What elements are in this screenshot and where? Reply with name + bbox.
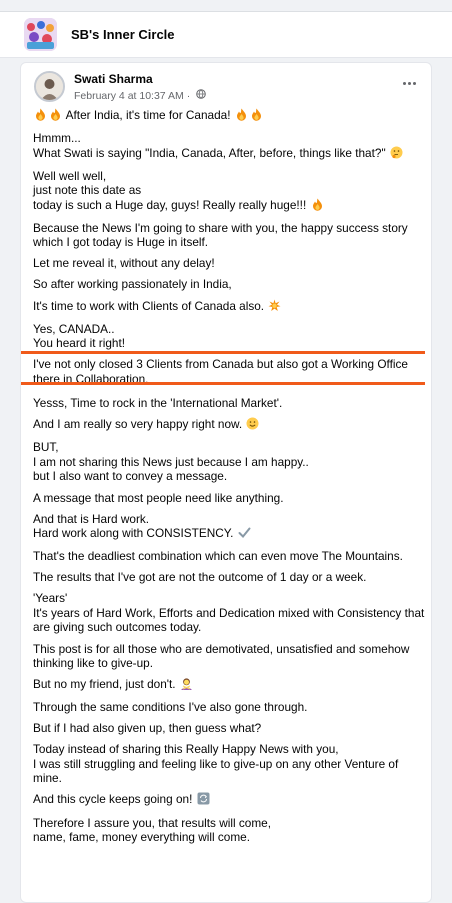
fire-icon: [34, 108, 47, 125]
post-timestamp[interactable]: February 4 at 10:37 AM: [74, 90, 184, 102]
post-paragraph: Through the same conditions I've also go…: [33, 700, 425, 715]
paragraph-text: Today instead of sharing this Really Hap…: [33, 742, 399, 786]
post-paragraph: Because the News I'm going to share with…: [33, 221, 425, 250]
more-horizontal-icon-dot: [402, 81, 406, 85]
post-paragraph: Today instead of sharing this Really Hap…: [33, 742, 425, 786]
post-meta: February 4 at 10:37 AM ·: [74, 89, 207, 102]
paragraph-text: Let me reveal it, without any delay!: [33, 256, 215, 271]
post-paragraph: A message that most people need like any…: [33, 491, 425, 506]
fire-icon: [311, 198, 324, 215]
paragraph-text: 'Years' It's years of Hard Work, Efforts…: [33, 591, 425, 635]
smiling-face-icon: [246, 417, 259, 434]
paragraph-text: It's time to work with Clients of Canada…: [33, 298, 265, 313]
post-paragraph: Yes, CANADA.. You heard it right!: [33, 322, 425, 351]
more-horizontal-icon-dot: [407, 81, 411, 85]
post-body: After India, it's time for Canada! Hmmm.…: [21, 108, 425, 851]
highlight-underline-bottom: [21, 382, 425, 386]
paragraph-text: Hmmm... What Swati is saying "India, Can…: [33, 131, 386, 160]
post-paragraph: And this cycle keeps going on!: [33, 792, 425, 809]
post-card: Swati Sharma February 4 at 10:37 AM · Af…: [20, 62, 432, 903]
group-name[interactable]: SB's Inner Circle: [71, 27, 175, 42]
group-header[interactable]: SB's Inner Circle: [0, 12, 452, 58]
paragraph-text: But if I had also given up, then guess w…: [33, 721, 262, 736]
post-paragraph: And I am really so very happy right now.: [33, 417, 425, 434]
post-paragraph: But no my friend, just don't.: [33, 677, 425, 694]
top-bar: [0, 0, 452, 12]
group-avatar[interactable]: [24, 18, 57, 51]
post-paragraph: Therefore I assure you, that results wil…: [33, 816, 425, 845]
paragraph-text: Through the same conditions I've also go…: [33, 700, 308, 715]
post-paragraph: Hmmm... What Swati is saying "India, Can…: [33, 131, 425, 162]
fire-icon: [250, 108, 263, 125]
post-paragraph: And that is Hard work. Hard work along w…: [33, 512, 425, 543]
globe-icon: [196, 89, 207, 102]
paragraph-text: Well well well, just note this date as t…: [33, 168, 307, 212]
highlight-underline-top: [21, 351, 425, 355]
author-name[interactable]: Swati Sharma: [74, 72, 153, 86]
paragraph-text: This post is for all those who are demot…: [33, 641, 410, 671]
paragraph-text: So after working passionately in India,: [33, 277, 232, 292]
paragraph-text: Because the News I'm going to share with…: [33, 220, 408, 250]
thinking-face-icon: [390, 146, 403, 163]
paragraph-text: That's the deadliest combination which c…: [33, 549, 403, 564]
paragraph-text: BUT, I am not sharing this News just bec…: [33, 440, 309, 484]
more-options-button[interactable]: [398, 75, 420, 91]
post-paragraph: So after working passionately in India,: [33, 277, 425, 292]
paragraph-text: The results that I've got are not the ou…: [33, 570, 367, 585]
paragraph-text: But no my friend, just don't.: [33, 677, 176, 692]
post-paragraph: Let me reveal it, without any delay!: [33, 256, 425, 271]
post-paragraph: It's time to work with Clients of Canada…: [33, 299, 425, 316]
paragraph-text: Yes, CANADA.. You heard it right!: [33, 321, 126, 351]
paragraph-text: After India, it's time for Canada!: [65, 108, 231, 122]
person-gesturing-no-icon: [180, 677, 193, 694]
post-paragraph: 'Years' It's years of Hard Work, Efforts…: [33, 591, 425, 635]
paragraph-text: And that is Hard work. Hard work along w…: [33, 511, 234, 541]
more-horizontal-icon-dot: [412, 81, 416, 85]
post-paragraph: Well well well, just note this date as t…: [33, 169, 425, 215]
fire-icon: [235, 108, 248, 125]
post-paragraph: After India, it's time for Canada!: [33, 108, 425, 125]
post-paragraph: That's the deadliest combination which c…: [33, 549, 425, 564]
author-avatar[interactable]: [34, 71, 65, 102]
post-paragraph: The results that I've got are not the ou…: [33, 570, 425, 585]
post-paragraph: But if I had also given up, then guess w…: [33, 721, 425, 736]
post-paragraph: Yesss, Time to rock in the 'Internationa…: [33, 396, 425, 411]
paragraph-text: A message that most people need like any…: [33, 490, 284, 505]
post-paragraph: BUT, I am not sharing this News just bec…: [33, 440, 425, 484]
paragraph-text: Yesss, Time to rock in the 'Internationa…: [33, 396, 283, 411]
check-mark-icon: [238, 526, 251, 543]
collision-icon: [268, 299, 281, 316]
paragraph-text: Therefore I assure you, that results wil…: [33, 815, 271, 845]
post-paragraph: This post is for all those who are demot…: [33, 642, 425, 671]
paragraph-text: And I am really so very happy right now.: [33, 417, 243, 432]
meta-separator: ·: [186, 89, 191, 102]
repeat-button-icon: [197, 792, 210, 809]
post-header: Swati Sharma February 4 at 10:37 AM ·: [34, 71, 420, 103]
paragraph-text: And this cycle keeps going on!: [33, 792, 193, 807]
fire-icon: [49, 108, 62, 125]
